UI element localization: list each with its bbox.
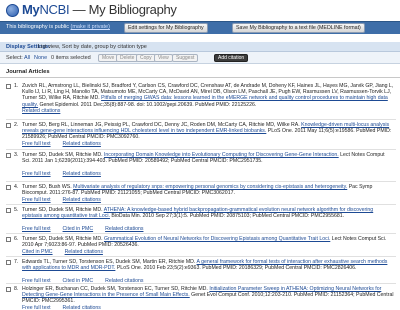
citation-number: 1. bbox=[14, 83, 19, 89]
suggest-button[interactable]: Suggest bbox=[172, 54, 199, 62]
divider bbox=[6, 119, 396, 120]
free-full-text-link[interactable]: Free full text bbox=[22, 305, 51, 310]
citation-body: Turner SD, Bush WS. Multivariate analysi… bbox=[22, 184, 394, 196]
citation-number: 8. bbox=[14, 286, 19, 292]
section-heading: Journal Articles bbox=[0, 68, 400, 78]
citation-links: Free full text Related citations bbox=[22, 197, 113, 203]
citation-number: 5. bbox=[14, 207, 19, 213]
select-none-link[interactable]: None bbox=[34, 55, 47, 61]
divider bbox=[6, 181, 396, 182]
select-label: Select: bbox=[6, 55, 23, 61]
related-citations-link[interactable]: Related citations bbox=[105, 226, 143, 232]
citation-checkbox[interactable] bbox=[6, 153, 11, 158]
citation-body: Turner SD, Dudek SM, Ritchie MD. Grammat… bbox=[22, 236, 394, 248]
citation-source: Genet Epidemiol. 2011 Dec;35(8):887-98. … bbox=[38, 101, 257, 108]
citation-authors: Turner SD, Dudek SM, Ritchie MD. bbox=[22, 152, 104, 158]
free-full-text-link[interactable]: Free full text bbox=[22, 226, 51, 232]
citation-body: Turner SD, Berg RL, Linneman JG, Peissig… bbox=[22, 122, 394, 141]
citation-item: 6. Turner SD, Dudek SM, Ritchie MD. Gramm… bbox=[6, 236, 396, 256]
citation-checkbox[interactable] bbox=[6, 237, 11, 242]
citation-checkbox[interactable] bbox=[6, 185, 11, 190]
citation-links: Free full text Related citations bbox=[22, 141, 113, 147]
citation-item: 7. Edwards TL, Turner SD, Torstenson ES, … bbox=[6, 259, 396, 285]
citation-title-link[interactable]: Grammatical Evolution of Neural Networks… bbox=[104, 236, 330, 242]
citation-item: 4. Turner SD, Bush WS. Multivariate analy… bbox=[6, 184, 396, 204]
page-header: MyNCBI — My Bibliography bbox=[0, 0, 400, 20]
citation-links: Cited in PMC Related citations bbox=[22, 249, 115, 255]
citation-authors: Turner SD, Dudek SM, Ritchie MD. bbox=[22, 236, 104, 242]
citation-item: 5. Turner SD, Dudek SM, Ritchie MD. ATHEN… bbox=[6, 207, 396, 233]
add-citation-button[interactable]: Add citation bbox=[214, 54, 249, 62]
citation-body: Holzinger ER, Buchanan CC, Dudek SM, Tor… bbox=[22, 286, 394, 305]
citation-links: Free full text Related citations bbox=[22, 305, 113, 310]
divider bbox=[6, 149, 396, 150]
citation-item: 8. Holzinger ER, Buchanan CC, Dudek SM, T… bbox=[6, 286, 396, 310]
ncbi-logo-icon bbox=[6, 4, 19, 17]
page-title: MyNCBI — My Bibliography bbox=[22, 2, 177, 17]
citation-authors: Holzinger ER, Buchanan CC, Dudek SM, Tor… bbox=[22, 286, 210, 292]
select-bar: Select: All None 0 items selected Move D… bbox=[0, 52, 400, 64]
citation-number: 3. bbox=[14, 152, 19, 158]
citation-item: 3. Turner SD, Dudek SM, Ritchie MD. Incor… bbox=[6, 152, 396, 178]
citation-body: Turner SD, Dudek SM, Ritchie MD. ATHENA:… bbox=[22, 207, 394, 219]
free-full-text-link[interactable]: Free full text bbox=[22, 171, 51, 177]
citation-authors: Edwards TL, Turner SD, Torstenson ES, Du… bbox=[22, 259, 197, 265]
cited-in-pmc-link[interactable]: Cited in PMC bbox=[63, 226, 94, 232]
related-citations-link[interactable]: Related citations bbox=[22, 108, 60, 114]
view-button[interactable]: View bbox=[154, 54, 173, 62]
related-citations-link[interactable]: Related citations bbox=[65, 249, 103, 255]
citation-item: 1. Zuvich RL, Armstrong LL, Bielinski SJ,… bbox=[6, 83, 396, 115]
copy-button[interactable]: Copy bbox=[136, 54, 156, 62]
related-citations-link[interactable]: Related citations bbox=[63, 197, 101, 203]
citation-number: 7. bbox=[14, 259, 19, 265]
save-text-file-button[interactable]: Save My Bibliography to a text file (MED… bbox=[232, 23, 365, 33]
bibliography-toolbar: This bibliography is public (make it pri… bbox=[0, 21, 400, 34]
display-settings-value: List view, Sort by date, group by citati… bbox=[38, 44, 147, 50]
citation-source: PLoS One. 2010 Feb 23;5(2):e9363. PubMed… bbox=[115, 265, 357, 272]
free-full-text-link[interactable]: Free full text bbox=[22, 197, 51, 203]
citation-title-link[interactable]: Multivariate analysis of regulatory snps… bbox=[73, 184, 347, 190]
divider bbox=[6, 256, 396, 257]
related-citations-link[interactable]: Related citations bbox=[63, 171, 101, 177]
select-all-link[interactable]: All bbox=[24, 55, 30, 61]
citation-authors: Turner SD, Bush WS. bbox=[22, 184, 74, 190]
citation-body: Turner SD, Dudek SM, Ritchie MD. Incorpo… bbox=[22, 152, 394, 164]
citation-authors: Turner SD, Dudek SM, Ritchie MD. bbox=[22, 207, 104, 213]
citation-checkbox[interactable] bbox=[6, 260, 11, 265]
related-citations-link[interactable]: Related citations bbox=[63, 305, 101, 310]
citation-authors: Turner SD, Berg RL, Linneman JG, Peissig… bbox=[22, 122, 302, 128]
citation-links: Free full text Cited in PMC Related citati… bbox=[22, 226, 155, 232]
citation-title-link[interactable]: Incorporating Domain Knowledge into Evol… bbox=[104, 152, 339, 158]
citation-links: Free full text Related citations bbox=[22, 171, 113, 177]
citation-checkbox[interactable] bbox=[6, 84, 11, 89]
display-settings-bar: Display Settings: List view, Sort by dat… bbox=[0, 42, 400, 52]
public-status: This bibliography is public (make it pri… bbox=[6, 24, 110, 30]
citation-number: 4. bbox=[14, 184, 19, 190]
citation-checkbox[interactable] bbox=[6, 123, 11, 128]
free-full-text-link[interactable]: Free full text bbox=[22, 141, 51, 147]
citation-checkbox[interactable] bbox=[6, 208, 11, 213]
divider bbox=[6, 283, 396, 284]
citation-number: 2. bbox=[14, 122, 19, 128]
citation-links: Related citations bbox=[22, 108, 72, 114]
citation-number: 6. bbox=[14, 236, 19, 242]
edit-settings-button[interactable]: Edit settings for My Bibliography bbox=[124, 23, 208, 33]
divider bbox=[6, 204, 396, 205]
make-private-link[interactable]: (make it private) bbox=[71, 24, 110, 30]
related-citations-link[interactable]: Related citations bbox=[63, 141, 101, 147]
citation-body: Zuvich RL, Armstrong LL, Bielinski SJ, B… bbox=[22, 83, 394, 108]
citation-source: BioData Min. 2010 Sep 27;3(1):5. PubMed … bbox=[109, 213, 345, 220]
selected-count: 0 items selected bbox=[51, 55, 91, 61]
divider bbox=[6, 233, 396, 234]
cited-in-pmc-link[interactable]: Cited in PMC bbox=[22, 249, 53, 255]
citation-body: Edwards TL, Turner SD, Torstenson ES, Du… bbox=[22, 259, 394, 271]
citation-checkbox[interactable] bbox=[6, 287, 11, 292]
citation-item: 2. Turner SD, Berg RL, Linneman JG, Peiss… bbox=[6, 122, 396, 148]
